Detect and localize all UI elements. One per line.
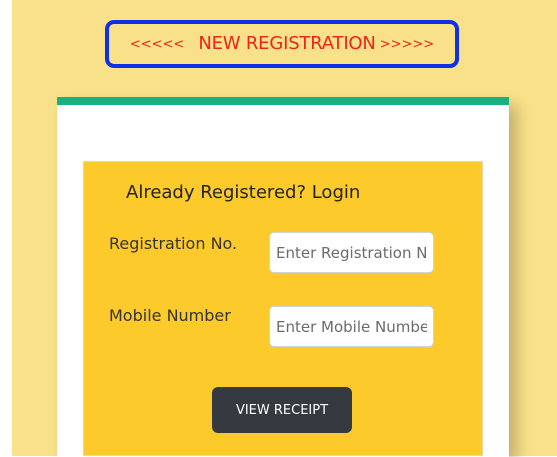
- mobile-number-label: Mobile Number: [109, 306, 231, 325]
- new-registration-link[interactable]: <<<<< NEW REGISTRATION >>>>>: [105, 20, 459, 68]
- new-registration-label: NEW REGISTRATION: [198, 33, 376, 54]
- registration-number-input[interactable]: [269, 232, 434, 273]
- right-arrows: >>>>>: [379, 36, 435, 52]
- mobile-number-input[interactable]: [269, 306, 434, 347]
- view-receipt-button[interactable]: VIEW RECEIPT: [212, 387, 352, 433]
- left-arrows: <<<<<: [129, 36, 185, 52]
- login-title: Already Registered? Login: [126, 182, 361, 203]
- registration-number-label: Registration No.: [109, 234, 238, 253]
